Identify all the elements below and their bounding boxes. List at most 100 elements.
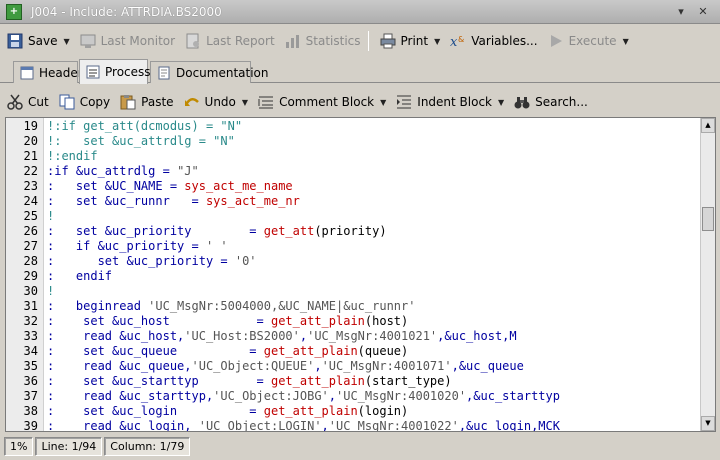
code-line[interactable]: 27: if &uc_priority = ' ' bbox=[6, 239, 703, 254]
code-line[interactable]: 19 !:if get_att(dcmodus) = "N" bbox=[6, 119, 703, 134]
code-token: : set &uc_login = bbox=[47, 404, 264, 418]
code-token: , bbox=[328, 389, 336, 403]
svg-text:&: & bbox=[458, 35, 464, 44]
code-token: 'UC_Object:JOBG' bbox=[213, 389, 329, 403]
undo-button[interactable]: Undo ▼ bbox=[181, 91, 252, 113]
process-icon bbox=[86, 65, 100, 79]
code-token: get_att bbox=[263, 224, 315, 238]
print-button[interactable]: Print ▼ bbox=[377, 30, 444, 52]
code-token: 'UC_Object:QUEUE' bbox=[191, 359, 315, 373]
code-token: ,&uc_starttyp bbox=[466, 389, 560, 403]
code-token: : read &uc_starttyp, bbox=[47, 389, 214, 403]
code-token: ! bbox=[47, 209, 55, 223]
vertical-scrollbar[interactable]: ▲ ▼ bbox=[700, 118, 715, 431]
print-dropdown-icon[interactable]: ▼ bbox=[434, 37, 440, 46]
tab-header[interactable]: Header bbox=[13, 61, 83, 83]
code-line[interactable]: 20 !: set &uc_attrdlg = "N" bbox=[6, 134, 703, 149]
code-line[interactable]: 36: set &uc_starttyp = get_att_plain(sta… bbox=[6, 374, 703, 389]
indent-block-icon bbox=[396, 94, 412, 110]
code-token: : set &uc_runnr = bbox=[47, 194, 206, 208]
code-token: : read &uc_queue, bbox=[47, 359, 192, 373]
code-token: '0' bbox=[234, 254, 257, 268]
main-toolbar: Save ▼ Last Monitor Last Report Statisti… bbox=[0, 27, 720, 55]
comment-block-button[interactable]: Comment Block ▼ bbox=[255, 91, 389, 113]
code-line[interactable]: 29: endif bbox=[6, 269, 703, 284]
line-number: 19 bbox=[23, 119, 38, 133]
save-icon bbox=[7, 33, 23, 49]
statistics-button[interactable]: Statistics bbox=[282, 30, 364, 52]
scroll-up-icon[interactable]: ▲ bbox=[701, 118, 715, 133]
search-button[interactable]: Search... bbox=[511, 91, 591, 113]
code-line[interactable]: 21 !:endif bbox=[6, 149, 703, 164]
code-text: : set &uc_priority = '0' bbox=[47, 254, 257, 269]
code-line[interactable]: 26 : set &uc_priority = get_att(priority) bbox=[6, 224, 703, 239]
edit-toolbar: Cut Copy Paste Undo ▼ Comment Block ▼ In… bbox=[0, 88, 720, 116]
code-line[interactable]: 38: set &uc_login = get_att_plain(login) bbox=[6, 404, 703, 419]
code-line[interactable]: 32: set &uc_host = get_att_plain(host) bbox=[6, 314, 703, 329]
cut-button[interactable]: Cut bbox=[4, 91, 52, 113]
code-text: : set &uc_runnr = sys_act_me_nr bbox=[47, 194, 300, 209]
code-token: get_att_plain bbox=[270, 314, 365, 328]
line-number: 33 bbox=[23, 329, 38, 343]
close-icon[interactable]: ✕ bbox=[696, 5, 710, 19]
code-lines[interactable]: 19 !:if get_att(dcmodus) = "N" 20!: set &u… bbox=[6, 119, 703, 432]
last-monitor-button[interactable]: Last Monitor bbox=[77, 30, 178, 52]
minimize-icon[interactable]: ▾ bbox=[674, 5, 688, 19]
execute-dropdown-icon[interactable]: ▼ bbox=[623, 37, 629, 46]
indent-block-dropdown-icon[interactable]: ▼ bbox=[498, 98, 504, 107]
code-token: :if bbox=[47, 164, 76, 178]
code-line[interactable]: 25! bbox=[6, 209, 703, 224]
code-text: : set &uc_priority = get_att(priority) bbox=[47, 224, 387, 239]
code-line[interactable]: 23: set &UC_NAME = sys_act_me_name bbox=[6, 179, 703, 194]
code-token: 'UC_MsgNr:4001021' bbox=[307, 329, 438, 343]
code-line[interactable]: 33: read &uc_host,'UC_Host:BS2000','UC_M… bbox=[6, 329, 703, 344]
toolbar-separator bbox=[367, 31, 369, 51]
code-text: : set &uc_starttyp = get_att_plain(start… bbox=[47, 374, 452, 389]
code-text: !:endif bbox=[47, 149, 98, 164]
title-bar: + J004 - Include: ATTRDIA.BS2000 ▾ ✕ bbox=[0, 0, 720, 24]
code-line[interactable]: 24: set &uc_runnr = sys_act_me_nr bbox=[6, 194, 703, 209]
paste-button[interactable]: Paste bbox=[117, 91, 176, 113]
last-report-button[interactable]: Last Report bbox=[182, 30, 278, 52]
code-editor[interactable]: 19 !:if get_att(dcmodus) = "N" 20!: set &u… bbox=[5, 117, 716, 432]
code-line[interactable]: 22:if &uc_attrdlg = "J" bbox=[6, 164, 703, 179]
report-icon bbox=[185, 33, 201, 49]
execute-button[interactable]: Execute ▼ bbox=[545, 30, 632, 52]
undo-dropdown-icon[interactable]: ▼ bbox=[242, 98, 248, 107]
line-number: 26 bbox=[23, 224, 38, 238]
code-line[interactable]: 28: set &uc_priority = '0' bbox=[6, 254, 703, 269]
copy-icon bbox=[59, 94, 75, 110]
svg-text:x: x bbox=[450, 35, 458, 49]
code-text: : set &UC_NAME = sys_act_me_name bbox=[47, 179, 293, 194]
code-line[interactable]: 35: read &uc_queue,'UC_Object:QUEUE','UC… bbox=[6, 359, 703, 374]
code-token: : set &uc_queue = bbox=[47, 344, 264, 358]
code-line[interactable]: 30! bbox=[6, 284, 703, 299]
code-token: ,&uc_host,M bbox=[437, 329, 517, 343]
window-title: J004 - Include: ATTRDIA.BS2000 bbox=[31, 4, 222, 19]
status-bar: 1% Line: 1/94 Column: 1/79 bbox=[0, 433, 720, 460]
code-token: !: set &uc_attrdlg = "N" bbox=[47, 134, 235, 148]
code-text: ! bbox=[47, 209, 54, 224]
copy-button[interactable]: Copy bbox=[56, 91, 113, 113]
code-line[interactable]: 37: read &uc_starttyp,'UC_Object:JOBG','… bbox=[6, 389, 703, 404]
printer-icon bbox=[380, 33, 396, 49]
scroll-down-icon[interactable]: ▼ bbox=[701, 416, 715, 431]
code-line[interactable]: 31: beginread 'UC_MsgNr:5004000,&UC_NAME… bbox=[6, 299, 703, 314]
code-token: : set &uc_priority = bbox=[47, 224, 264, 238]
tab-documentation[interactable]: Documentation bbox=[150, 61, 269, 83]
code-token: (login) bbox=[357, 404, 409, 418]
scroll-thumb[interactable] bbox=[702, 207, 714, 231]
code-line[interactable]: 34: set &uc_queue = get_att_plain(queue) bbox=[6, 344, 703, 359]
variables-button[interactable]: x & Variables... bbox=[447, 30, 540, 52]
tab-process[interactable]: Process bbox=[79, 59, 151, 84]
variables-icon: x & bbox=[450, 33, 466, 50]
code-text: : read &uc_starttyp,'UC_Object:JOBG','UC… bbox=[47, 389, 560, 404]
indent-block-button[interactable]: Indent Block ▼ bbox=[393, 91, 507, 113]
line-number: 21 bbox=[23, 149, 38, 163]
binoculars-icon bbox=[514, 94, 530, 110]
comment-block-dropdown-icon[interactable]: ▼ bbox=[380, 98, 386, 107]
code-token: : read &uc_login, bbox=[47, 419, 199, 432]
save-button[interactable]: Save ▼ bbox=[4, 30, 73, 52]
code-line[interactable]: 39: read &uc_login, 'UC_Object:LOGIN','U… bbox=[6, 419, 703, 432]
save-dropdown-icon[interactable]: ▼ bbox=[63, 37, 69, 46]
